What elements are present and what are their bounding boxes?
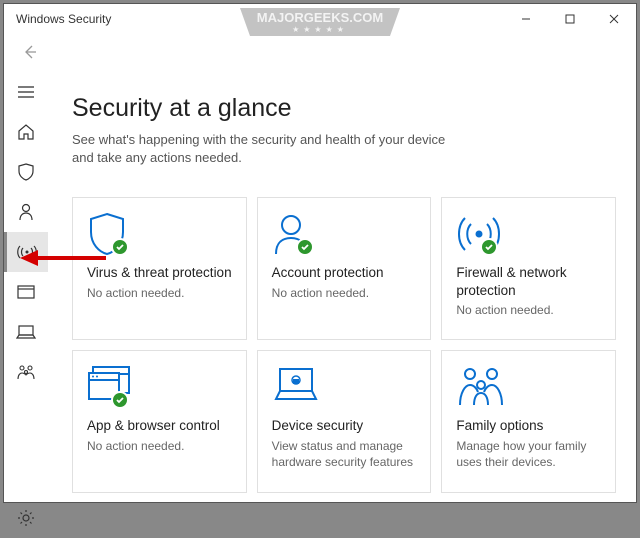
family-icon [16, 364, 36, 380]
page-title: Security at a glance [72, 94, 616, 123]
home-icon [17, 123, 35, 141]
card-sub: No action needed. [456, 302, 601, 318]
card-title: Device security [272, 417, 417, 435]
antenna-icon [17, 244, 37, 260]
card-title: Account protection [272, 264, 417, 282]
card-firewall-network[interactable]: Firewall & network protection No action … [441, 197, 616, 340]
close-button[interactable] [592, 4, 636, 34]
card-sub: No action needed. [87, 438, 232, 454]
card-title: Virus & threat protection [87, 264, 232, 282]
laptop-icon [272, 365, 320, 405]
browser-icon [17, 285, 35, 299]
card-device-security[interactable]: Device security View status and manage h… [257, 350, 432, 493]
sidebar-item-app-browser[interactable] [6, 272, 46, 312]
sidebar-item-settings[interactable] [6, 498, 46, 538]
card-virus-threat[interactable]: Virus & threat protection No action need… [72, 197, 247, 340]
page-subtitle: See what's happening with the security a… [72, 131, 452, 167]
person-icon [18, 203, 34, 221]
card-account-protection[interactable]: Account protection No action needed. [257, 197, 432, 340]
sidebar-item-family[interactable] [6, 352, 46, 392]
laptop-icon [16, 325, 36, 339]
gear-icon [17, 509, 35, 527]
cards-grid: Virus & threat protection No action need… [72, 197, 616, 493]
card-family-options[interactable]: Family options Manage how your family us… [441, 350, 616, 493]
sidebar-item-home[interactable] [6, 112, 46, 152]
maximize-button[interactable] [548, 4, 592, 34]
hamburger-icon [18, 86, 34, 98]
shield-icon [18, 163, 34, 181]
sidebar-item-firewall[interactable] [4, 232, 48, 272]
card-sub: Manage how your family uses their device… [456, 438, 601, 470]
card-sub: No action needed. [272, 285, 417, 301]
sidebar-item-virus[interactable] [6, 152, 46, 192]
card-app-browser[interactable]: App & browser control No action needed. [72, 350, 247, 493]
titlebar: Windows Security [4, 4, 636, 34]
sidebar-item-account[interactable] [6, 192, 46, 232]
card-title: Firewall & network protection [456, 264, 601, 299]
card-title: App & browser control [87, 417, 232, 435]
status-ok-badge [111, 391, 129, 409]
card-sub: No action needed. [87, 285, 232, 301]
sidebar [4, 70, 48, 538]
app-window: Windows Security [3, 3, 637, 503]
back-button[interactable] [14, 36, 46, 68]
status-ok-badge [296, 238, 314, 256]
back-bar [4, 34, 636, 70]
menu-button[interactable] [6, 72, 46, 112]
main-content: Security at a glance See what's happenin… [48, 70, 636, 538]
window-title: Windows Security [4, 12, 504, 26]
minimize-button[interactable] [504, 4, 548, 34]
family-icon [456, 365, 506, 407]
sidebar-item-device-security[interactable] [6, 312, 46, 352]
card-title: Family options [456, 417, 601, 435]
card-sub: View status and manage hardware security… [272, 438, 417, 470]
